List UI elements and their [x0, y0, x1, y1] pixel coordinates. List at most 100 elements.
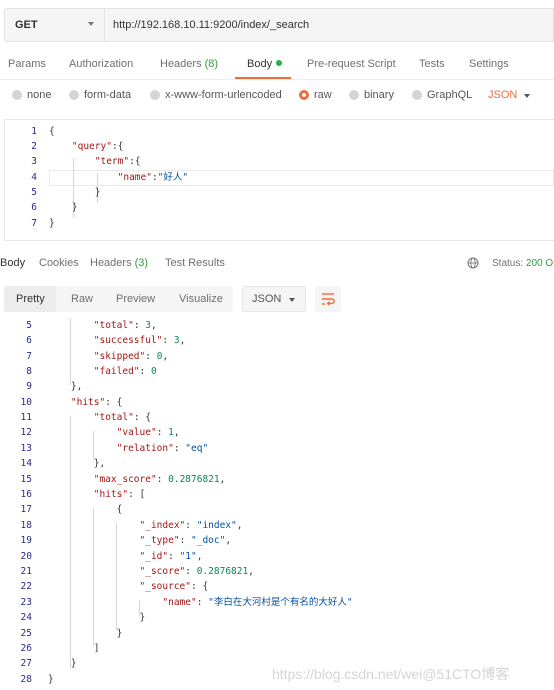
line-number: 9	[26, 381, 32, 392]
option-label: form-data	[84, 89, 132, 101]
raw-button[interactable]: Raw	[71, 293, 93, 305]
line-number: 24	[20, 612, 32, 623]
pretty-button[interactable]: Pretty	[16, 293, 45, 305]
wrap-icon	[322, 293, 335, 306]
code-line: 4 "name":"好人"	[5, 170, 554, 185]
code-line: 11 "total": {	[0, 410, 554, 425]
request-tabs: Params Authorization Headers (8) Body Pr…	[0, 52, 554, 80]
tab-divider	[0, 79, 554, 80]
headers-count: (8)	[204, 58, 219, 70]
option-label: x-www-form-urlencoded	[165, 89, 282, 101]
globe-icon[interactable]	[467, 257, 479, 269]
status-value: 200 O	[525, 258, 554, 269]
option-form-data[interactable]: form-data	[69, 89, 131, 101]
code-line: 5 "total": 3,	[0, 318, 554, 333]
response-status: Status: 200 O	[492, 258, 553, 269]
tab-body[interactable]: Body	[247, 58, 283, 70]
response-toolbar: Pretty Raw Preview Visualize JSON	[4, 286, 554, 312]
line-number: 20	[20, 551, 32, 562]
code-line: 1{	[5, 124, 554, 139]
line-number: 22	[20, 581, 32, 592]
tab-prerequest-script[interactable]: Pre-request Script	[307, 58, 396, 70]
code-line: 5 }	[5, 185, 554, 200]
code-line: 18 "_index": "index",	[0, 518, 554, 533]
code-line: 25 }	[0, 626, 554, 641]
tab-params[interactable]: Params	[8, 58, 46, 70]
line-number: 5	[31, 187, 37, 198]
view-mode-group: Pretty Raw Preview Visualize	[4, 286, 233, 312]
radio-icon	[412, 90, 422, 100]
request-body-editor[interactable]: 1{ 2 "query":{ 3 "term":{ 4 "name":"好人" …	[4, 119, 554, 241]
code-line: 6 }	[5, 200, 554, 215]
headers-count: (3)	[134, 257, 149, 269]
code-line: 22 "_source": {	[0, 579, 554, 594]
chevron-down-icon	[524, 94, 530, 98]
code-line: 3 "term":{	[5, 154, 554, 169]
tab-test-results[interactable]: Test Results	[165, 257, 225, 269]
code-line: 6 "successful": 3,	[0, 333, 554, 348]
code-line: 19 "_type": "_doc",	[0, 533, 554, 548]
tab-authorization[interactable]: Authorization	[69, 58, 133, 70]
line-number: 6	[31, 202, 37, 213]
code-line: 7 "skipped": 0,	[0, 349, 554, 364]
code-line: 7}	[5, 216, 554, 231]
line-number: 2	[31, 141, 37, 152]
url-input[interactable]: http://192.168.10.11:9200/index/_search	[104, 8, 554, 42]
response-format-select[interactable]: JSON	[242, 286, 306, 312]
url-text: http://192.168.10.11:9200/index/_search	[113, 19, 310, 31]
code-line: 12 "value": 1,	[0, 425, 554, 440]
tab-response-headers[interactable]: Headers (3)	[90, 257, 148, 269]
visualize-button[interactable]: Visualize	[179, 293, 223, 305]
code-line: 13 "relation": "eq"	[0, 441, 554, 456]
request-bar: GET http://192.168.10.11:9200/index/_sea…	[4, 8, 554, 42]
code-line: 23 "name": "李白在大河村是个有名的大好人"	[0, 595, 554, 610]
line-number: 10	[20, 397, 32, 408]
line-number: 7	[31, 218, 37, 229]
code-line: 10 "hits": {	[0, 395, 554, 410]
option-binary[interactable]: binary	[349, 89, 394, 101]
line-number: 23	[20, 597, 32, 608]
line-number: 3	[31, 156, 37, 167]
option-graphql[interactable]: GraphQL	[412, 89, 472, 101]
code-line: 9 },	[0, 379, 554, 394]
line-number: 14	[20, 458, 32, 469]
line-number: 27	[20, 658, 32, 669]
tab-settings[interactable]: Settings	[469, 58, 509, 70]
tab-tests[interactable]: Tests	[419, 58, 445, 70]
line-number: 25	[20, 628, 32, 639]
option-label: GraphQL	[427, 89, 473, 101]
chevron-down-icon	[289, 298, 295, 302]
chevron-down-icon	[88, 22, 94, 26]
code-line: 2 "query":{	[5, 139, 554, 154]
response-tabs: Body Cookies Headers (3) Test Results St…	[0, 254, 554, 276]
response-body-viewer[interactable]: 5 "total": 3, 6 "successful": 3, 7 "skip…	[0, 318, 554, 690]
tab-body-label: Body	[247, 58, 273, 70]
body-type-options: none form-data x-www-form-urlencoded raw…	[0, 86, 554, 106]
option-urlencoded[interactable]: x-www-form-urlencoded	[150, 89, 282, 101]
option-label: raw	[314, 89, 332, 101]
option-raw[interactable]: raw	[299, 89, 332, 101]
line-number: 17	[20, 504, 32, 515]
watermark: https://blog.csdn.net/wei@51CTO博客	[272, 666, 510, 682]
tab-cookies[interactable]: Cookies	[39, 257, 79, 269]
option-none[interactable]: none	[12, 89, 51, 101]
code-line: 14 },	[0, 456, 554, 471]
code-line: 8 "failed": 0	[0, 364, 554, 379]
line-number: 18	[20, 520, 32, 531]
code-line: 15 "max_score": 0.2876821,	[0, 472, 554, 487]
tab-headers-label: Headers	[160, 58, 202, 70]
tab-response-body[interactable]: Body	[0, 257, 25, 269]
line-number: 1	[31, 126, 37, 137]
line-number: 8	[26, 366, 32, 377]
wrap-lines-button[interactable]	[315, 286, 341, 312]
code-line: 21 "_score": 0.2876821,	[0, 564, 554, 579]
tab-headers[interactable]: Headers (8)	[160, 58, 218, 70]
method-label: GET	[15, 19, 38, 31]
code-line: 20 "_id": "1",	[0, 549, 554, 564]
method-select[interactable]: GET	[4, 8, 104, 42]
preview-button[interactable]: Preview	[116, 293, 155, 305]
line-number: 7	[26, 351, 32, 362]
body-format-select[interactable]: JSON	[488, 89, 517, 101]
line-number: 5	[26, 320, 32, 331]
line-number: 19	[20, 535, 32, 546]
